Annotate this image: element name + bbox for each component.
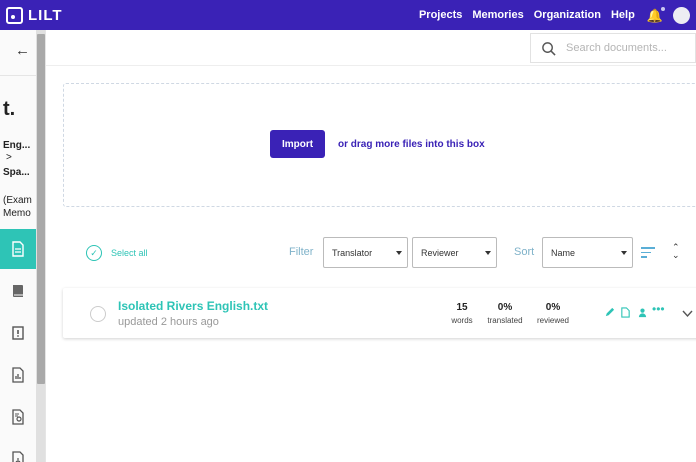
notification-dot [661, 6, 665, 11]
more-icon[interactable]: ••• [652, 302, 665, 316]
memory-name-line1: (Exam [3, 195, 32, 206]
sidebar-item-settings[interactable] [0, 397, 36, 437]
search-box[interactable] [530, 33, 696, 63]
words-label: words [451, 316, 473, 325]
source-language: Eng... [3, 140, 31, 151]
translator-dropdown-value: Translator [332, 247, 373, 258]
chart-doc-icon [12, 367, 24, 383]
up-down-icon[interactable]: ⌃ ⌄ [672, 243, 680, 260]
main-nav: Projects Memories Organization Help 🔔 [409, 6, 690, 24]
project-sidebar: ← t. Eng... > Spa... (Exam Memo [0, 30, 46, 462]
logo-text: LILT [28, 6, 63, 24]
nav-memories[interactable]: Memories [472, 9, 523, 21]
reviewer-dropdown[interactable]: Reviewer [412, 237, 497, 268]
language-arrow: > [6, 152, 12, 163]
document-card[interactable]: Isolated Rivers English.txt updated 2 ho… [63, 288, 696, 338]
pencil-icon[interactable] [603, 306, 615, 318]
chevron-down-icon[interactable] [682, 305, 693, 323]
sidebar-item-reports[interactable] [0, 355, 36, 395]
translator-dropdown[interactable]: Translator [323, 237, 408, 268]
file-icon[interactable] [619, 306, 631, 318]
select-all-checkbox[interactable]: ✓ [86, 245, 102, 261]
document-updated: updated 2 hours ago [118, 316, 219, 328]
logo-mark-icon [6, 6, 23, 24]
search-input[interactable] [566, 42, 686, 54]
sidebar-item-documents[interactable] [0, 229, 36, 269]
search-icon [542, 41, 556, 56]
lilt-logo[interactable]: LILT [6, 6, 63, 24]
project-initial: t. [3, 98, 16, 120]
book-icon [13, 285, 23, 297]
chevron-down-icon [621, 251, 627, 255]
sidebar-divider [0, 75, 36, 76]
top-nav-bar: LILT Projects Memories Organization Help… [0, 0, 696, 30]
avatar[interactable] [673, 6, 690, 24]
chevron-down-icon [485, 251, 491, 255]
filter-label: Filter [289, 246, 314, 258]
reviewed-stat: 0% reviewed [532, 302, 574, 325]
sidebar-item-memories[interactable] [0, 271, 36, 311]
user-icon[interactable] [636, 306, 648, 318]
chevron-down-icon [396, 251, 402, 255]
file-dropzone[interactable]: Import or drag more files into this box [63, 83, 696, 207]
sort-dropdown[interactable]: Name [542, 237, 633, 268]
nav-organization[interactable]: Organization [534, 9, 601, 21]
words-stat: 15 words [447, 302, 477, 325]
sort-dropdown-value: Name [551, 247, 576, 258]
export-doc-icon [12, 451, 24, 462]
reviewed-label: reviewed [536, 316, 569, 325]
target-language: Spa... [3, 167, 30, 178]
settings-doc-icon [12, 409, 24, 425]
document-name[interactable]: Isolated Rivers English.txt [118, 299, 268, 313]
bell-icon[interactable]: 🔔 [647, 6, 665, 22]
reviewer-dropdown-value: Reviewer [421, 247, 459, 258]
sidebar-item-review[interactable] [0, 313, 36, 353]
back-arrow-icon[interactable]: ← [15, 42, 30, 59]
sidebar-item-export[interactable] [0, 439, 36, 462]
check-icon: ✓ [90, 247, 98, 258]
document-select-checkbox[interactable] [90, 306, 106, 322]
alert-book-icon [12, 326, 24, 340]
document-icon [12, 241, 24, 257]
import-button[interactable]: Import [270, 130, 325, 158]
translated-value: 0% [497, 302, 513, 313]
select-all-label[interactable]: Select all [111, 248, 148, 258]
nav-help[interactable]: Help [611, 9, 635, 21]
memory-name-line2: Memo [3, 208, 31, 219]
sidebar-scrollbar-thumb[interactable] [37, 34, 45, 384]
reviewed-value: 0% [545, 302, 561, 313]
nav-projects[interactable]: Projects [419, 9, 462, 21]
sort-label: Sort [514, 246, 535, 258]
drag-files-text: or drag more files into this box [338, 139, 485, 150]
words-value: 15 [456, 302, 468, 313]
translated-label: translated [487, 316, 523, 325]
translated-stat: 0% translated [482, 302, 528, 325]
sort-icon[interactable] [641, 247, 655, 261]
search-header [46, 30, 696, 66]
